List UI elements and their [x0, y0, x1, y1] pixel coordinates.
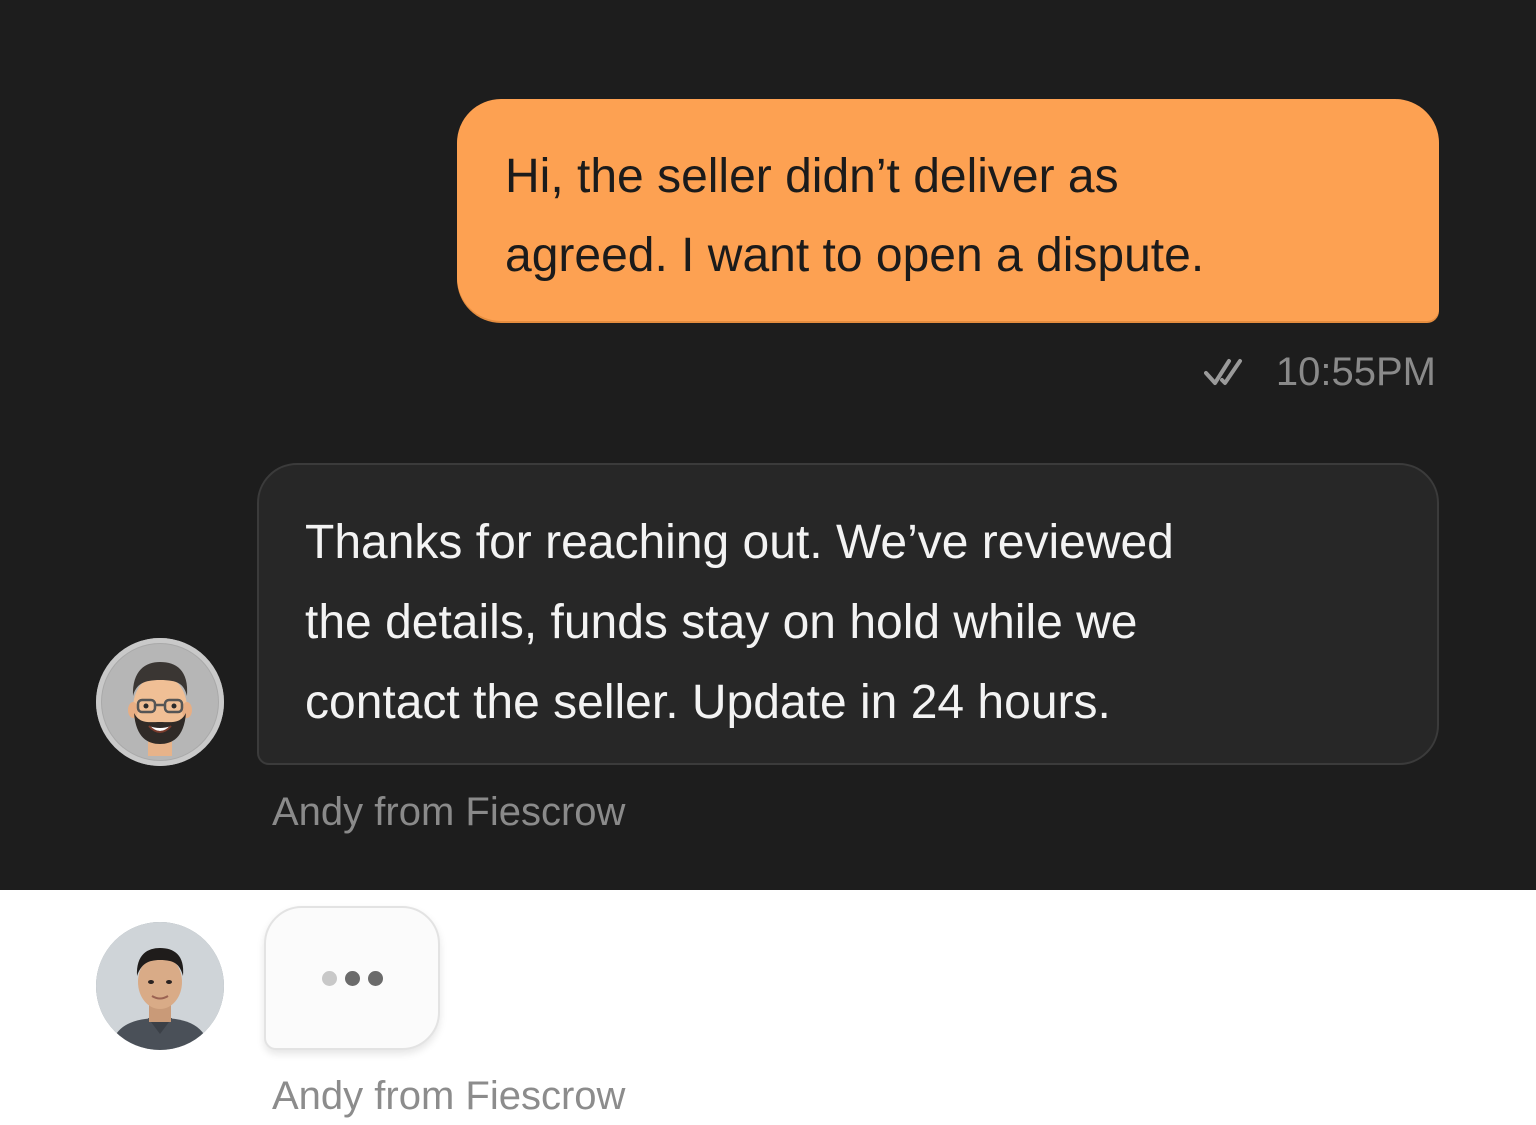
- agent-message-line: the details, funds stay on hold while we: [305, 596, 1138, 649]
- outgoing-message-line: agreed. I want to open a dispute.: [505, 229, 1205, 282]
- agent-sender-label: Andy from Fiescrow: [272, 790, 626, 834]
- message-timestamp: 10:55PM: [1275, 349, 1436, 394]
- agent-avatar[interactable]: [96, 638, 224, 766]
- typing-dot: [321, 970, 337, 986]
- light-chat-panel: [0, 890, 1536, 1125]
- agent-avatar-photo[interactable]: [96, 922, 224, 1050]
- agent-message-line: contact the seller. Update in 24 hours.: [305, 676, 1111, 729]
- memoji-avatar-icon: [102, 644, 218, 760]
- outgoing-message-line: Hi, the seller didn’t deliver as: [505, 150, 1119, 203]
- typing-dot: [367, 970, 383, 986]
- outgoing-message-bubble[interactable]: Hi, the seller didn’t deliver as agreed.…: [457, 99, 1439, 321]
- agent-message-bubble[interactable]: Thanks for reaching out. We’ve reviewed …: [257, 463, 1439, 765]
- typing-indicator-bubble: [264, 906, 440, 1050]
- double-check-icon: [1203, 359, 1242, 385]
- outgoing-message-meta: 10:55PM: [1203, 344, 1436, 400]
- typing-dot: [344, 970, 360, 986]
- typing-sender-label: Andy from Fiescrow: [272, 1074, 626, 1118]
- agent-message-line: Thanks for reaching out. We’ve reviewed: [305, 516, 1174, 569]
- photo-avatar-icon: [96, 922, 224, 1050]
